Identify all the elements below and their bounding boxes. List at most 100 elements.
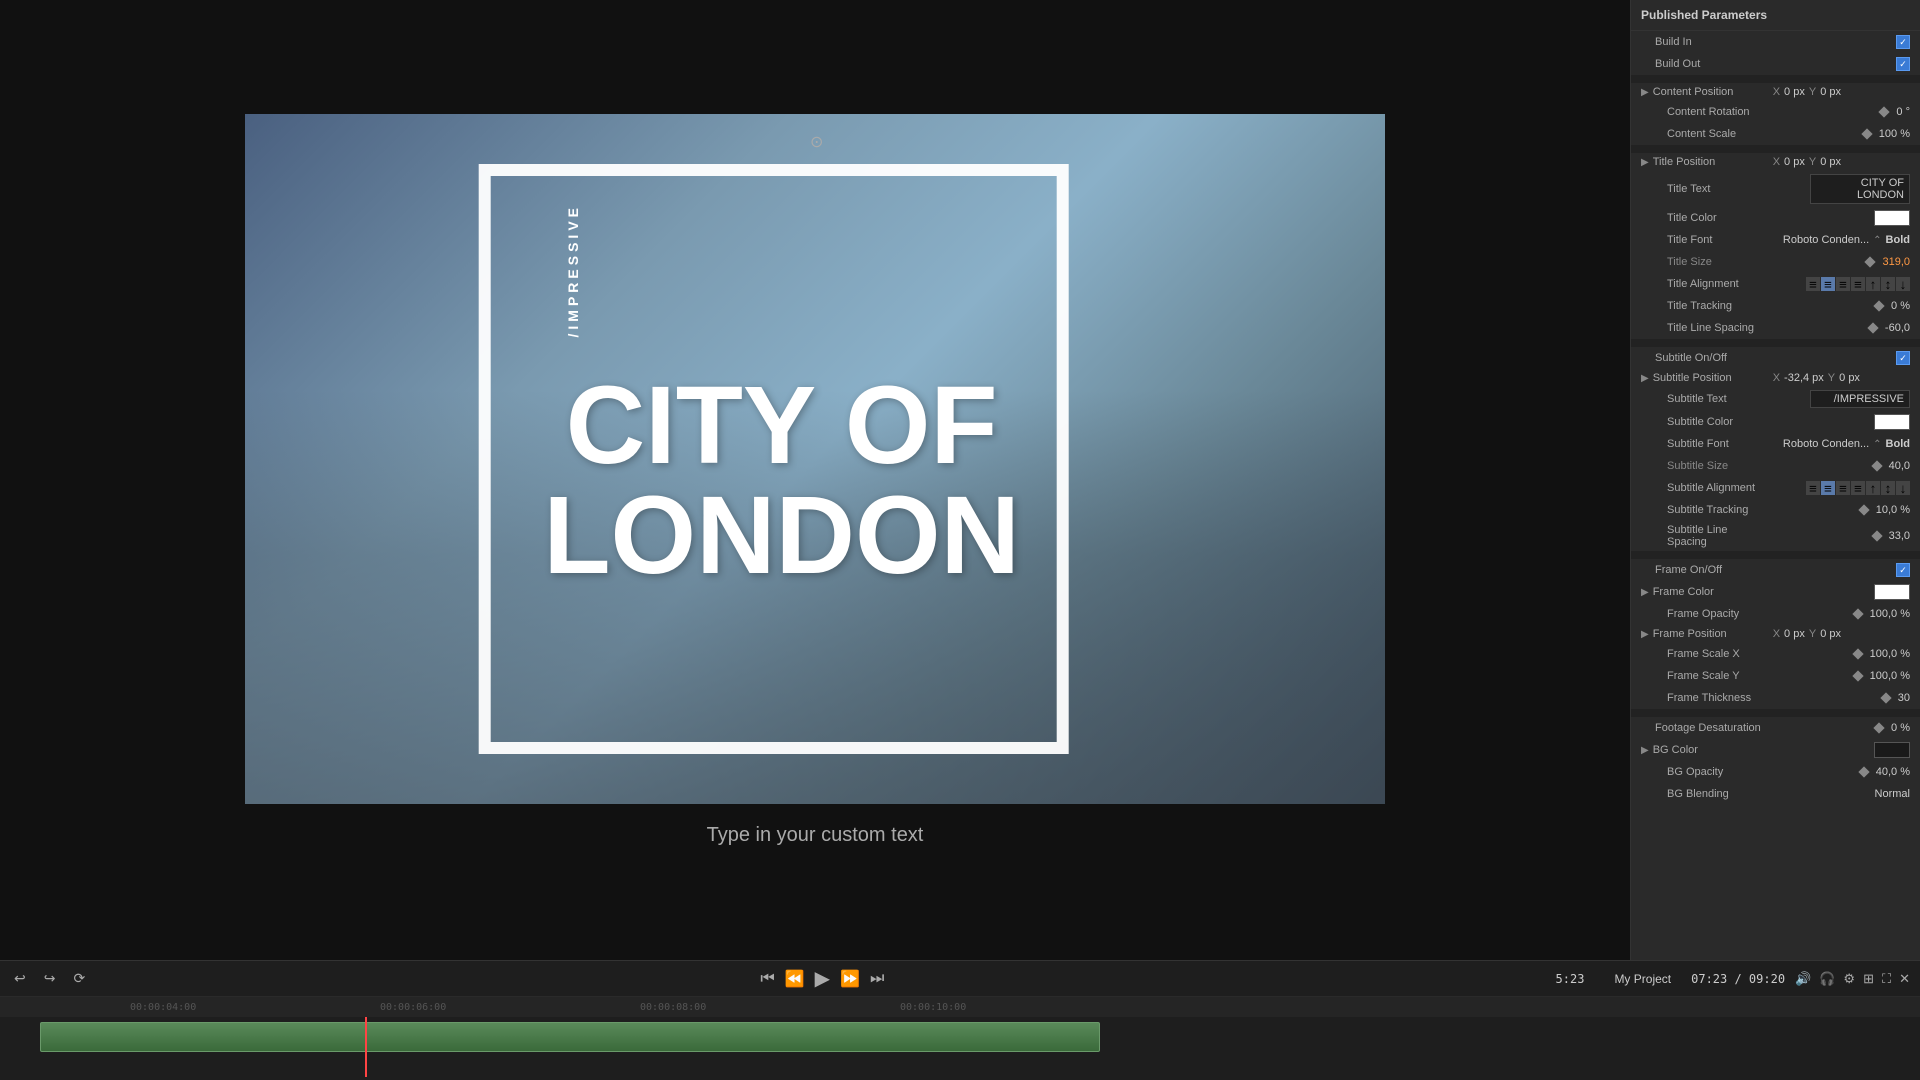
- frame-pos-y-value[interactable]: 0 px: [1820, 628, 1841, 640]
- align-bottom-btn[interactable]: ↓: [1896, 277, 1910, 291]
- content-pos-x-value[interactable]: 0 px: [1784, 86, 1805, 98]
- frame-thickness-label: Frame Thickness: [1641, 692, 1761, 704]
- play-btn[interactable]: ▶: [813, 964, 832, 993]
- title-tracking-handle[interactable]: [1873, 300, 1884, 311]
- timeline-controls: ↩ ↪ ⟳ ⏮ ⏪ ▶ ⏩ ⏭ 5:23 My Project 07:23 / …: [0, 961, 1920, 997]
- frame-thickness-value: 30: [1898, 692, 1910, 704]
- subtitle-font-label: Subtitle Font: [1641, 438, 1761, 450]
- timeline-forward-btn[interactable]: ↪: [40, 968, 60, 989]
- subtitle-line-spacing-label: Subtitle Line Spacing: [1641, 524, 1761, 548]
- sub-align-right-btn[interactable]: ≡: [1836, 481, 1850, 495]
- sub-align-justify-btn[interactable]: ≡: [1851, 481, 1865, 495]
- subtitle-size-handle[interactable]: [1871, 460, 1882, 471]
- frame-scale-y-handle[interactable]: [1852, 670, 1863, 681]
- title-position-row[interactable]: ▶ Title Position X 0 px Y 0 px: [1631, 153, 1920, 171]
- frame-color-row[interactable]: ▶ Frame Color: [1631, 581, 1920, 603]
- content-position-row[interactable]: ▶ Content Position X 0 px Y 0 px: [1631, 83, 1920, 101]
- title-color-swatch[interactable]: [1874, 210, 1910, 226]
- bg-color-row[interactable]: ▶ BG Color: [1631, 739, 1920, 761]
- subtitle-line-spacing-handle[interactable]: [1871, 530, 1882, 541]
- subtitle-color-swatch[interactable]: [1874, 414, 1910, 430]
- bg-blending-value: Normal: [1875, 788, 1910, 800]
- sub-align-left-btn[interactable]: ≡: [1806, 481, 1820, 495]
- bg-opacity-handle[interactable]: [1858, 766, 1869, 777]
- content-pos-y-value[interactable]: 0 px: [1820, 86, 1841, 98]
- settings-btn[interactable]: ⚙: [1843, 971, 1855, 987]
- title-pos-x-value[interactable]: 0 px: [1784, 156, 1805, 168]
- subtitle-onoff-checkbox[interactable]: ✓: [1896, 351, 1910, 365]
- footage-desaturation-handle[interactable]: [1873, 722, 1884, 733]
- subtitle-font-arrow[interactable]: ⌃: [1873, 439, 1881, 450]
- timeline-back-btn[interactable]: ↩: [10, 968, 30, 989]
- subtitle-position-label: Subtitle Position: [1653, 372, 1773, 384]
- published-params-header: Published Parameters: [1631, 0, 1920, 31]
- play-prev-btn[interactable]: ⏮: [758, 968, 776, 990]
- title-font-name[interactable]: Roboto Conden...: [1783, 234, 1869, 246]
- title-size-handle[interactable]: [1865, 256, 1876, 267]
- align-left-btn[interactable]: ≡: [1806, 277, 1820, 291]
- build-out-checkbox[interactable]: ✓: [1896, 57, 1910, 71]
- sub-align-center-btn[interactable]: ≡: [1821, 481, 1835, 495]
- rewind-btn[interactable]: ⏪: [783, 967, 807, 991]
- title-line-spacing-handle[interactable]: [1867, 322, 1878, 333]
- close-btn[interactable]: ✕: [1899, 971, 1910, 987]
- title-font-row: Title Font Roboto Conden... ⌃ Bold: [1631, 229, 1920, 251]
- content-rotation-handle[interactable]: [1879, 106, 1890, 117]
- subtitle-pos-y-label: Y: [1828, 372, 1835, 384]
- right-transport-controls: 🔊 🎧 ⚙ ⊞ ⛶ ✕: [1795, 971, 1910, 987]
- sub-align-top-btn[interactable]: ↑: [1866, 481, 1880, 495]
- footage-desaturation-label: Footage Desaturation: [1641, 722, 1761, 734]
- subtitle-line-spacing-row: Subtitle Line Spacing 33,0: [1631, 521, 1920, 551]
- subtitle-pos-y-value[interactable]: 0 px: [1839, 372, 1860, 384]
- title-text-input[interactable]: CITY OFLONDON: [1810, 174, 1910, 204]
- subtitle-font-name[interactable]: Roboto Conden...: [1783, 438, 1869, 450]
- title-pos-y-value[interactable]: 0 px: [1820, 156, 1841, 168]
- play-next-btn[interactable]: ⏭: [868, 968, 886, 990]
- align-top-btn[interactable]: ↑: [1866, 277, 1880, 291]
- fast-forward-btn[interactable]: ⏩: [838, 967, 862, 991]
- volume-btn[interactable]: 🔊: [1795, 971, 1811, 987]
- frame-onoff-checkbox[interactable]: ✓: [1896, 563, 1910, 577]
- title-tracking-row: Title Tracking 0 %: [1631, 295, 1920, 317]
- frame-color-swatch[interactable]: [1874, 584, 1910, 600]
- align-center-btn[interactable]: ≡: [1821, 277, 1835, 291]
- main-title: CITY OF LONDON: [543, 371, 1020, 591]
- subtitle-pos-x-value[interactable]: -32,4 px: [1784, 372, 1824, 384]
- frame-position-row[interactable]: ▶ Frame Position X 0 px Y 0 px: [1631, 625, 1920, 643]
- frame-color-label: Frame Color: [1653, 586, 1773, 598]
- build-in-checkbox[interactable]: ✓: [1896, 35, 1910, 49]
- track-clip[interactable]: [40, 1022, 1100, 1052]
- align-middle-btn[interactable]: ↕: [1881, 277, 1895, 291]
- timeline-loop-btn[interactable]: ⟳: [69, 968, 89, 989]
- align-justify-btn[interactable]: ≡: [1851, 277, 1865, 291]
- content-position-label: Content Position: [1653, 86, 1773, 98]
- title-text-label: Title Text: [1641, 183, 1761, 195]
- align-right-btn[interactable]: ≡: [1836, 277, 1850, 291]
- bg-color-swatch[interactable]: [1874, 742, 1910, 758]
- sub-align-middle-btn[interactable]: ↕: [1881, 481, 1895, 495]
- rotation-handle[interactable]: ⊙: [810, 134, 823, 151]
- subtitle-text-row: Subtitle Text /IMPRESSIVE: [1631, 387, 1920, 411]
- playhead[interactable]: [365, 1017, 367, 1077]
- fullscreen-btn[interactable]: ⛶: [1882, 971, 1891, 987]
- subtitle-font-row: Subtitle Font Roboto Conden... ⌃ Bold: [1631, 433, 1920, 455]
- headphones-btn[interactable]: 🎧: [1819, 971, 1835, 987]
- title-tracking-value: 0 %: [1891, 300, 1910, 312]
- expand-btn[interactable]: ⊞: [1863, 971, 1874, 987]
- subtitle-vertical: /IMPRESSIVE: [565, 204, 581, 337]
- subtitle-position-row[interactable]: ▶ Subtitle Position X -32,4 px Y 0 px: [1631, 369, 1920, 387]
- frame-pos-x-value[interactable]: 0 px: [1784, 628, 1805, 640]
- frame-opacity-handle[interactable]: [1852, 608, 1863, 619]
- frame-scale-x-row: Frame Scale X 100,0 %: [1631, 643, 1920, 665]
- sub-align-bottom-btn[interactable]: ↓: [1896, 481, 1910, 495]
- frame-pos-y-label: Y: [1809, 628, 1816, 640]
- frame-scale-x-handle[interactable]: [1852, 648, 1863, 659]
- subtitle-pos-x-label: X: [1773, 372, 1780, 384]
- frame-thickness-handle[interactable]: [1880, 692, 1891, 703]
- bg-blending-label: BG Blending: [1641, 788, 1761, 800]
- title-font-arrow[interactable]: ⌃: [1873, 235, 1881, 246]
- subtitle-tracking-handle[interactable]: [1858, 504, 1869, 515]
- subtitle-text-input[interactable]: /IMPRESSIVE: [1810, 390, 1910, 408]
- content-scale-handle[interactable]: [1861, 128, 1872, 139]
- frame-opacity-row: Frame Opacity 100,0 %: [1631, 603, 1920, 625]
